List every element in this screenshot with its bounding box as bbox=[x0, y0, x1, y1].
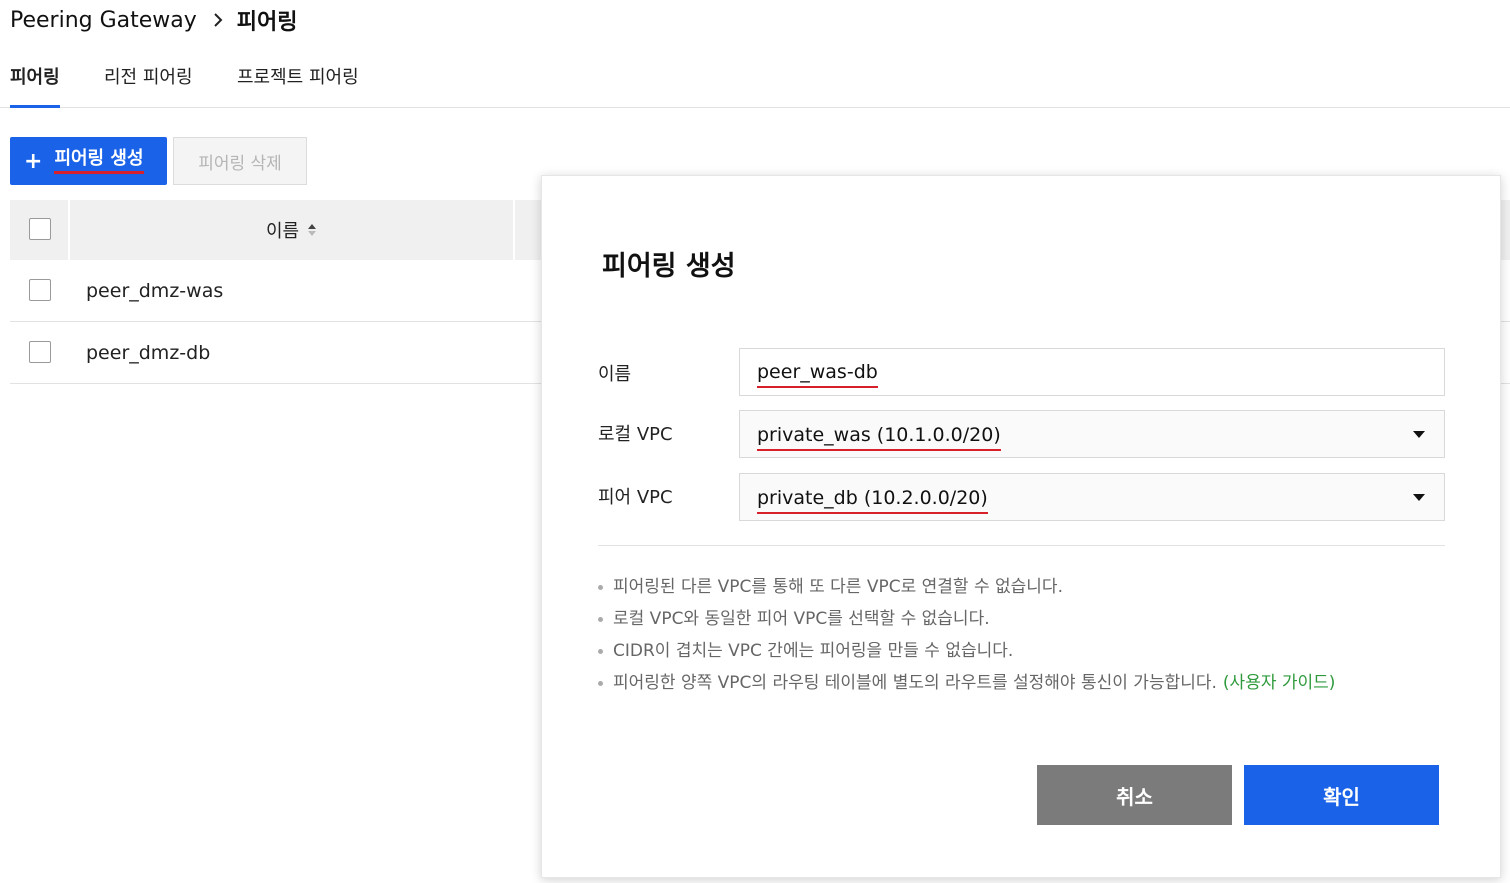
note-text: 피어링한 양쪽 VPC의 라우팅 테이블에 별도의 라우트를 설정해야 통신이 … bbox=[613, 673, 1217, 693]
local-vpc-value: private_was (10.1.0.0/20) bbox=[757, 422, 1001, 451]
cancel-button[interactable]: 취소 bbox=[1037, 765, 1232, 825]
breadcrumb-parent[interactable]: Peering Gateway bbox=[10, 8, 197, 33]
tab-project-peering[interactable]: 프로젝트 피어링 bbox=[237, 64, 359, 108]
delete-peering-button[interactable]: 피어링 삭제 bbox=[173, 137, 307, 185]
confirm-button[interactable]: 확인 bbox=[1244, 765, 1439, 825]
peer-vpc-select[interactable]: private_db (10.2.0.0/20) bbox=[739, 473, 1445, 521]
name-input[interactable]: peer_was-db bbox=[739, 348, 1445, 396]
create-peering-button[interactable]: + 피어링 생성 bbox=[10, 137, 167, 185]
caret-down-icon bbox=[1413, 431, 1425, 438]
divider bbox=[598, 545, 1445, 546]
user-guide-link[interactable]: (사용자 가이드) bbox=[1223, 667, 1336, 699]
column-header-name[interactable]: 이름 bbox=[70, 200, 515, 260]
peer-vpc-value: private_db (10.2.0.0/20) bbox=[757, 485, 988, 514]
name-input-value: peer_was-db bbox=[757, 359, 878, 388]
column-header-name-label: 이름 bbox=[265, 221, 300, 242]
note-text: 로컬 VPC와 동일한 피어 VPC를 선택할 수 없습니다. bbox=[613, 609, 990, 629]
page: Peering Gateway 피어링 피어링 리전 피어링 프로젝트 피어링 … bbox=[0, 0, 1510, 883]
row-name: peer_dmz-was bbox=[86, 280, 224, 302]
chevron-right-icon bbox=[213, 12, 223, 28]
bullet-icon bbox=[598, 680, 603, 686]
create-peering-modal: 피어링 생성 이름 peer_was-db 로컬 VPC private_was… bbox=[541, 175, 1501, 878]
bullet-icon bbox=[598, 584, 603, 590]
tab-peering[interactable]: 피어링 bbox=[10, 64, 60, 108]
note-item: 로컬 VPC와 동일한 피어 VPC를 선택할 수 없습니다. bbox=[598, 603, 1335, 635]
caret-down-icon bbox=[1413, 494, 1425, 501]
bullet-icon bbox=[598, 648, 603, 654]
name-label: 이름 bbox=[598, 364, 632, 385]
breadcrumb-current: 피어링 bbox=[236, 10, 298, 35]
notes-list: 피어링된 다른 VPC를 통해 또 다른 VPC로 연결할 수 없습니다. 로컬… bbox=[598, 571, 1335, 699]
note-item: CIDR이 겹치는 VPC 간에는 피어링을 만들 수 없습니다. bbox=[598, 635, 1335, 667]
tab-bar: 피어링 리전 피어링 프로젝트 피어링 bbox=[0, 56, 1510, 108]
modal-title: 피어링 생성 bbox=[602, 251, 736, 282]
row-checkbox[interactable] bbox=[29, 341, 51, 363]
note-item: 피어링된 다른 VPC를 통해 또 다른 VPC로 연결할 수 없습니다. bbox=[598, 571, 1335, 603]
select-all-checkbox[interactable] bbox=[29, 218, 51, 240]
local-vpc-label: 로컬 VPC bbox=[598, 424, 673, 445]
note-text: 피어링된 다른 VPC를 통해 또 다른 VPC로 연결할 수 없습니다. bbox=[613, 577, 1063, 597]
sort-asc-icon[interactable] bbox=[307, 222, 317, 238]
peer-vpc-label: 피어 VPC bbox=[598, 487, 673, 508]
bullet-icon bbox=[598, 616, 603, 622]
tab-region-peering[interactable]: 리전 피어링 bbox=[104, 64, 193, 108]
row-checkbox[interactable] bbox=[29, 279, 51, 301]
create-peering-label: 피어링 생성 bbox=[54, 148, 144, 174]
row-name: peer_dmz-db bbox=[86, 342, 211, 364]
local-vpc-select[interactable]: private_was (10.1.0.0/20) bbox=[739, 410, 1445, 458]
note-text: CIDR이 겹치는 VPC 간에는 피어링을 만들 수 없습니다. bbox=[613, 641, 1014, 661]
note-item: 피어링한 양쪽 VPC의 라우팅 테이블에 별도의 라우트를 설정해야 통신이 … bbox=[598, 667, 1335, 699]
plus-icon: + bbox=[24, 148, 43, 174]
select-all-cell bbox=[10, 200, 70, 260]
breadcrumb: Peering Gateway 피어링 bbox=[10, 4, 298, 36]
